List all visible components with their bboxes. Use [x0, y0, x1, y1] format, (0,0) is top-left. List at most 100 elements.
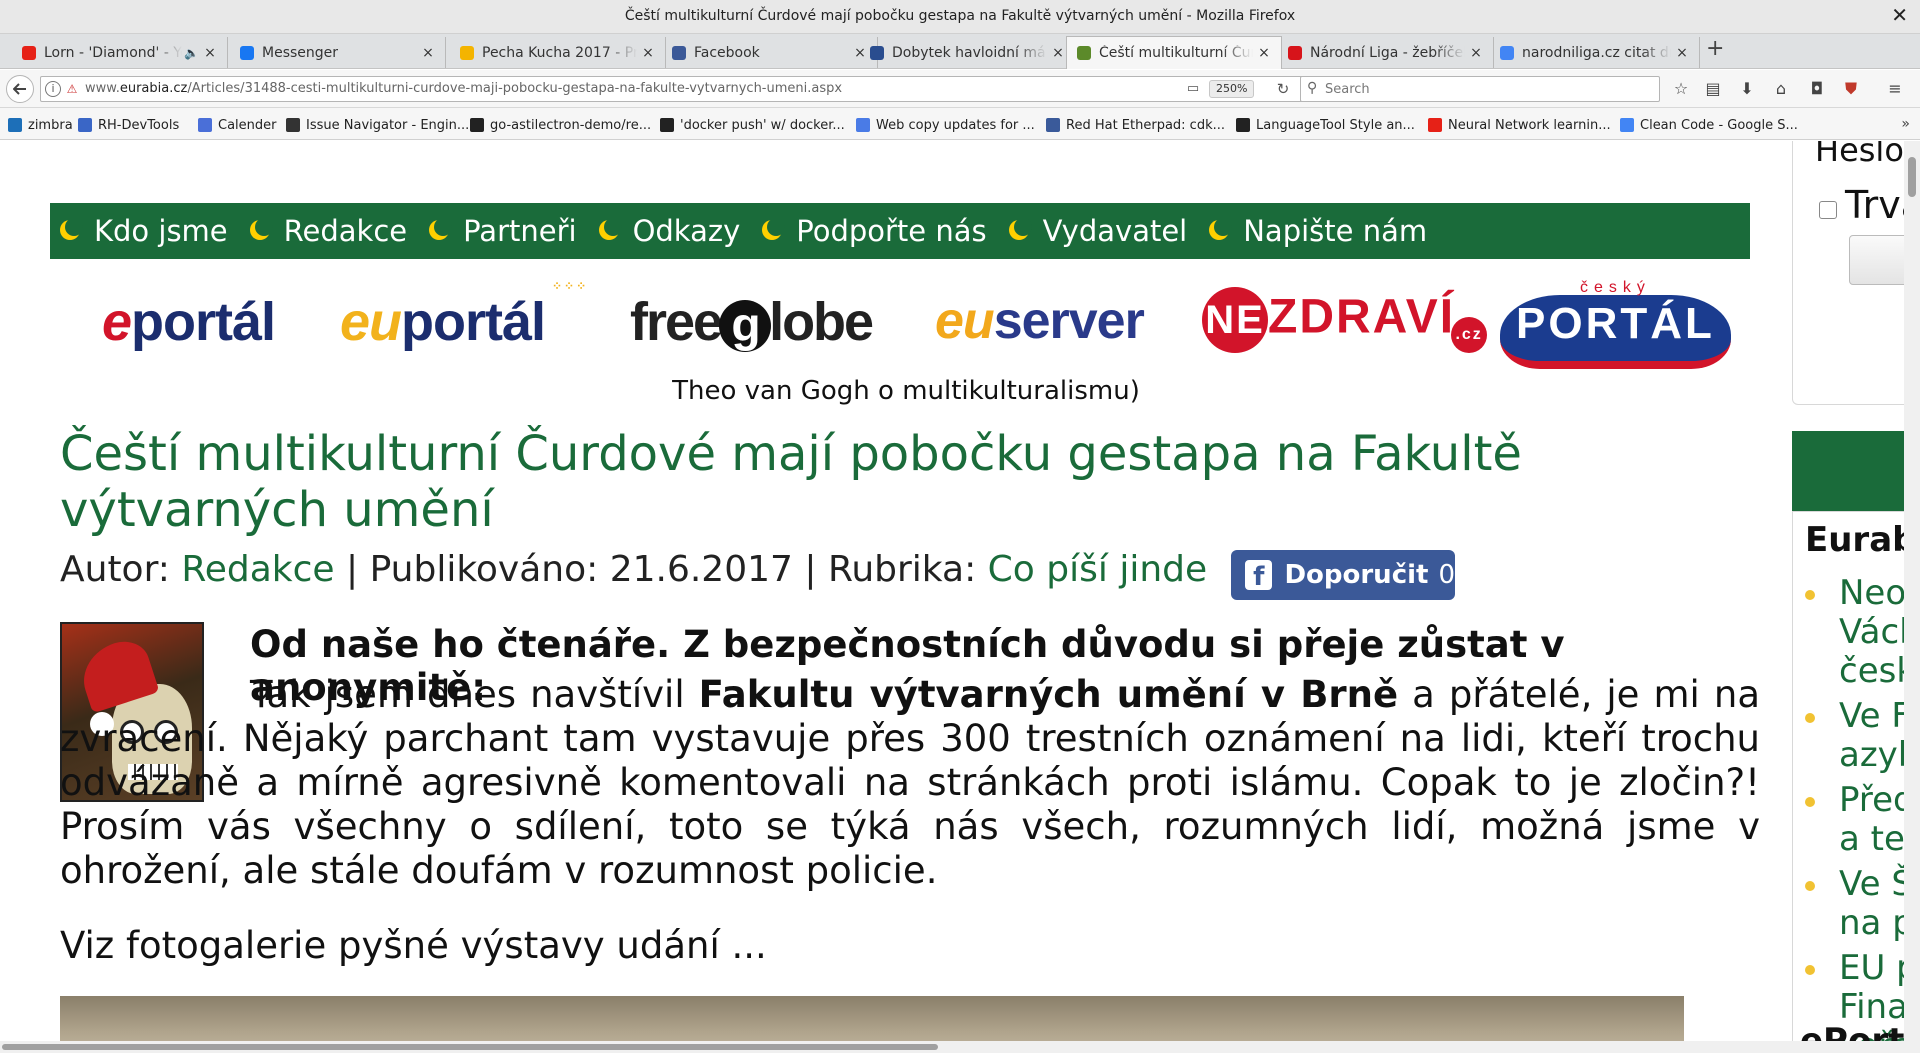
cesky-portal-logo[interactable]: český PORTÁL	[1500, 279, 1731, 369]
browser-tab[interactable]: Messenger ×	[230, 37, 446, 68]
site-menu-item[interactable]: Partneři	[429, 214, 577, 248]
site-main-menu: Kdo jsme Redakce Partneři Odkazy Podpořte ná…	[50, 203, 1750, 259]
site-menu-item[interactable]: Odkazy	[598, 214, 740, 248]
news-list-item[interactable]: Ve Francazylu	[1805, 697, 1920, 775]
reader-view-icon[interactable]: ▭	[1183, 81, 1203, 97]
body-emphasis: Fakultu výtvarných umění v Brně	[698, 673, 1399, 716]
site-menu-item[interactable]: Kdo jsme	[60, 214, 228, 248]
docs-icon	[856, 118, 870, 132]
bookmark-item[interactable]: Red Hat Etherpad: cdk...	[1046, 116, 1225, 134]
insecure-connection-icon[interactable]: ⚠	[64, 81, 80, 97]
browser-tab[interactable]: Čeští multikulturní Čurdové×	[1066, 36, 1282, 69]
tab-close-icon[interactable]: ×	[1257, 45, 1271, 61]
search-bar[interactable]: ⚲	[1300, 76, 1660, 102]
tab-close-icon[interactable]: ×	[421, 45, 435, 61]
news-box-title: Eurabia	[1805, 520, 1920, 560]
site-menu-item[interactable]: Redakce	[249, 214, 407, 248]
library-icon[interactable]: ▤	[1702, 79, 1724, 99]
bookmark-item[interactable]: Calender	[198, 116, 277, 134]
freeglobe-logo[interactable]: free g lobe	[630, 291, 874, 353]
search-icon: ⚲	[1307, 80, 1318, 96]
euserver-logo[interactable]: euserver	[935, 291, 1145, 351]
site-menu-item[interactable]: Napište nám	[1209, 214, 1427, 248]
site-menu-label: Podpořte nás	[796, 214, 987, 248]
browser-tab[interactable]: Dobytek havloidní má pocit×	[860, 37, 1076, 68]
author-label: Autor:	[60, 549, 182, 590]
calendar-icon	[198, 118, 212, 132]
bullet-icon	[1805, 965, 1815, 975]
bookmark-item[interactable]: RH-DevTools	[78, 116, 179, 134]
tab-label: Pecha Kucha 2017 - Presentation	[482, 44, 637, 61]
tab-close-icon[interactable]: ×	[1675, 45, 1689, 61]
bookmark-item[interactable]: zimbra	[8, 116, 73, 134]
browser-tab[interactable]: narodniliga.cz citat dne - Google×	[1490, 37, 1700, 68]
bookmark-label: Issue Navigator - Engin...	[306, 117, 470, 133]
news-list-item[interactable]: Ve Švédna po	[1805, 865, 1920, 943]
category-link[interactable]: Co píší jinde	[988, 549, 1207, 590]
google-icon	[1500, 45, 1514, 60]
right-sidebar: Heslo: Trvale Eurabia NeonacistVáclavčes…	[1790, 141, 1920, 1053]
bookmark-star-icon[interactable]: ☆	[1670, 79, 1692, 99]
horizontal-scrollbar-thumb[interactable]	[2, 1044, 938, 1050]
news-list-item[interactable]: Před a ted	[1805, 781, 1920, 859]
tab-close-icon[interactable]: ×	[1051, 45, 1065, 61]
bullet-icon	[1805, 713, 1815, 723]
zoom-level-badge[interactable]: 250%	[1209, 80, 1255, 98]
bookmarks-toolbar: » zimbra RH-DevTools Calender Issue Navigat…	[0, 108, 1920, 140]
tab-close-icon[interactable]: ×	[641, 45, 655, 61]
tab-audio-icon[interactable]: 🔈	[184, 46, 199, 60]
site-menu-item[interactable]: Vydavatel	[1008, 214, 1187, 248]
bookmark-item[interactable]: Web copy updates for ...	[856, 116, 1035, 134]
bookmark-label: Clean Code - Google S...	[1640, 117, 1798, 133]
eportal-logo[interactable]: eportál	[102, 291, 276, 353]
home-icon[interactable]: ⌂	[1770, 79, 1792, 99]
article-meta: Autor: Redakce | Publikováno: 21.6.2017 …	[60, 549, 1207, 590]
downloads-icon[interactable]: ⬇	[1736, 79, 1758, 99]
site-info-icon[interactable]: i	[45, 81, 61, 97]
search-input[interactable]	[1325, 80, 1645, 98]
url-bar[interactable]: i ⚠ www.eurabia.cz/Articles/31488-cesti-…	[40, 76, 1310, 102]
author-link[interactable]: Redakce	[181, 549, 334, 590]
navigation-toolbar: i ⚠ www.eurabia.cz/Articles/31488-cesti-…	[0, 70, 1920, 108]
crescent-moon-icon	[598, 218, 622, 242]
back-button[interactable]	[6, 75, 34, 103]
nezdravi-logo[interactable]: NEZDRAVÍ.cz	[1202, 287, 1488, 353]
remember-me-checkbox[interactable]	[1819, 201, 1837, 219]
news-list-item[interactable]: NeonacistVáclavčeský	[1805, 574, 1920, 691]
bookmarks-overflow-button[interactable]: »	[1901, 116, 1910, 132]
bookmark-item[interactable]: go-astilectron-demo/re...	[470, 116, 651, 134]
bookmark-item[interactable]: 'docker push' w/ docker...	[660, 116, 845, 134]
pocket-icon[interactable]: ◘	[1806, 79, 1828, 99]
password-label: Heslo:	[1815, 141, 1915, 169]
tab-close-icon[interactable]: ×	[203, 45, 217, 61]
site-menu-label: Kdo jsme	[94, 214, 228, 248]
bookmark-label: Red Hat Etherpad: cdk...	[1066, 117, 1226, 133]
site-menu-item[interactable]: Podpořte nás	[762, 214, 987, 248]
bookmark-item[interactable]: LanguageTool Style an...	[1236, 116, 1415, 134]
url-domain: eurabia.cz	[119, 81, 188, 96]
facebook-icon	[672, 45, 686, 60]
browser-tab[interactable]: Facebook ×	[662, 37, 878, 68]
new-tab-button[interactable]: +	[1706, 38, 1724, 60]
reload-icon[interactable]: ↻	[1273, 80, 1293, 98]
bookmark-item[interactable]: Issue Navigator - Engin...	[286, 116, 469, 134]
bookmark-label: go-astilectron-demo/re...	[490, 117, 652, 133]
window-close-button[interactable]: ✕	[1891, 5, 1908, 25]
url-text[interactable]: www.eurabia.cz/Articles/31488-cesti-mult…	[85, 81, 842, 96]
hamburger-menu-icon[interactable]: ≡	[1884, 79, 1906, 99]
facebook-recommend-button[interactable]: f Doporučit 0	[1231, 550, 1455, 600]
window-title: Čeští multikulturní Čurdové mají pobočku…	[624, 8, 1296, 24]
vertical-scrollbar-thumb[interactable]	[1908, 157, 1916, 197]
browser-tab[interactable]: Pecha Kucha 2017 - Presentation×	[450, 37, 666, 68]
window-titlebar: Čeští multikulturní Čurdové mají pobočku…	[0, 0, 1920, 34]
euportal-logo[interactable]: euportál ⁘⁘⁘	[340, 279, 586, 353]
horizontal-scrollbar[interactable]	[0, 1041, 1920, 1053]
vertical-scrollbar[interactable]	[1904, 141, 1920, 1043]
bookmark-item[interactable]: Clean Code - Google S...	[1620, 116, 1798, 134]
tab-close-icon[interactable]: ×	[1469, 45, 1483, 61]
bookmark-item[interactable]: Neural Network learnin...	[1428, 116, 1611, 134]
ublock-extension-icon[interactable]: ⛊	[1840, 79, 1862, 99]
browser-tab[interactable]: Národní Liga - žebříček ×	[1278, 37, 1494, 68]
browser-tab[interactable]: Lorn - 'Diamond' - YouTube🔈 ×	[12, 37, 228, 68]
recommend-count: 0	[1438, 560, 1455, 590]
